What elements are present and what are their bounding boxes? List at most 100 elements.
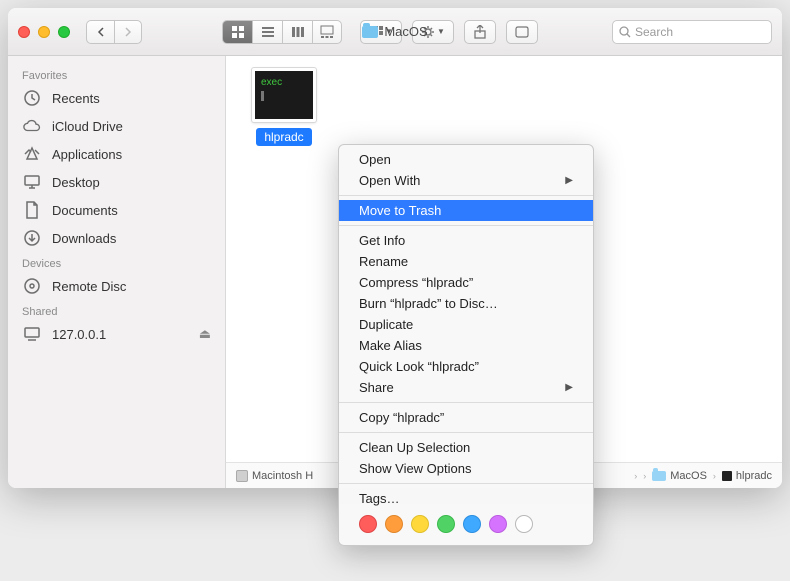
menu-separator: [339, 483, 593, 484]
download-icon: [22, 229, 42, 247]
exec-icon: [722, 471, 732, 481]
sidebar: FavoritesRecentsiCloud DriveApplications…: [8, 56, 226, 488]
sidebar-item-downloads[interactable]: Downloads: [8, 224, 225, 252]
sidebar-item-desktop[interactable]: Desktop: [8, 168, 225, 196]
sidebar-item-documents[interactable]: Documents: [8, 196, 225, 224]
menu-item-label: Make Alias: [359, 338, 422, 353]
zoom-window-button[interactable]: [58, 26, 70, 38]
action-button[interactable]: ▼: [412, 20, 454, 44]
search-field[interactable]: Search: [612, 20, 772, 44]
menu-item-label: Duplicate: [359, 317, 413, 332]
sidebar-item-label: Desktop: [52, 175, 100, 190]
menu-item-label: Compress “hlpradc”: [359, 275, 473, 290]
view-mode-group: [222, 20, 342, 44]
search-placeholder: Search: [635, 25, 673, 39]
sidebar-item-label: Applications: [52, 147, 122, 162]
menu-item-quick-look-hlpradc[interactable]: Quick Look “hlpradc”: [339, 356, 593, 377]
path-item[interactable]: MacOS: [652, 470, 707, 482]
tag-yellow[interactable]: [411, 515, 429, 533]
menu-item-clean-up-selection[interactable]: Clean Up Selection: [339, 437, 593, 458]
menu-item-label: Show View Options: [359, 461, 472, 476]
menu-item-burn-hlpradc-to-disc[interactable]: Burn “hlpradc” to Disc…: [339, 293, 593, 314]
menu-item-copy-hlpradc[interactable]: Copy “hlpradc”: [339, 407, 593, 428]
apps-icon: [22, 145, 42, 163]
minimize-window-button[interactable]: [38, 26, 50, 38]
gallery-view-button[interactable]: [312, 20, 342, 44]
share-button[interactable]: [464, 20, 496, 44]
forward-button[interactable]: [114, 20, 142, 44]
tag-purple[interactable]: [489, 515, 507, 533]
menu-item-open-with[interactable]: Open With▶: [339, 170, 593, 191]
doc-icon: [22, 201, 42, 219]
sidebar-header: Devices: [8, 252, 225, 272]
sidebar-item-icloud-drive[interactable]: iCloud Drive: [8, 112, 225, 140]
menu-item-label: Move to Trash: [359, 203, 441, 218]
tags-button[interactable]: [506, 20, 538, 44]
tag-red[interactable]: [359, 515, 377, 533]
menu-item-tags[interactable]: Tags…: [339, 488, 593, 509]
menu-separator: [339, 225, 593, 226]
menu-item-open[interactable]: Open: [339, 149, 593, 170]
traffic-lights: [18, 26, 70, 38]
path-label: hlpradc: [736, 470, 772, 482]
path-item[interactable]: Macintosh H: [236, 470, 313, 482]
monitor-icon: [22, 325, 42, 343]
tag-orange[interactable]: [385, 515, 403, 533]
path-item[interactable]: hlpradc: [722, 470, 772, 482]
menu-item-show-view-options[interactable]: Show View Options: [339, 458, 593, 479]
menu-item-get-info[interactable]: Get Info: [339, 230, 593, 251]
hd-icon: [236, 470, 248, 482]
context-menu: OpenOpen With▶Move to TrashGet InfoRenam…: [338, 144, 594, 546]
menu-item-label: Copy “hlpradc”: [359, 410, 444, 425]
sidebar-item-applications[interactable]: Applications: [8, 140, 225, 168]
menu-item-label: Burn “hlpradc” to Disc…: [359, 296, 498, 311]
list-view-button[interactable]: [252, 20, 282, 44]
sidebar-item-label: Downloads: [52, 231, 116, 246]
menu-item-label: Tags…: [359, 491, 399, 506]
path-sep-icon: ›: [643, 471, 646, 481]
sidebar-item-remote-disc[interactable]: Remote Disc: [8, 272, 225, 300]
menu-item-label: Open: [359, 152, 391, 167]
close-window-button[interactable]: [18, 26, 30, 38]
tag-gray[interactable]: [515, 515, 533, 533]
menu-item-duplicate[interactable]: Duplicate: [339, 314, 593, 335]
sidebar-item-label: 127.0.0.1: [52, 327, 106, 342]
sidebar-item-label: iCloud Drive: [52, 119, 123, 134]
menu-item-share[interactable]: Share ▶: [339, 377, 593, 398]
sidebar-item-recents[interactable]: Recents: [8, 84, 225, 112]
menu-separator: [339, 432, 593, 433]
menu-item-compress-hlpradc[interactable]: Compress “hlpradc”: [339, 272, 593, 293]
sidebar-item-127-0-0-1[interactable]: 127.0.0.1 ⏏: [8, 320, 225, 348]
menu-item-label: Get Info: [359, 233, 405, 248]
nav-back-forward: [86, 20, 142, 44]
tag-blue[interactable]: [463, 515, 481, 533]
menu-item-label: Share: [359, 380, 394, 395]
cloud-icon: [22, 117, 42, 135]
exec-file-icon: exec: [252, 68, 316, 122]
menu-item-label: Clean Up Selection: [359, 440, 470, 455]
sidebar-item-label: Remote Disc: [52, 279, 126, 294]
column-view-button[interactable]: [282, 20, 312, 44]
file-item[interactable]: exec hlpradc: [244, 68, 324, 146]
menu-item-make-alias[interactable]: Make Alias: [339, 335, 593, 356]
menu-item-move-to-trash[interactable]: Move to Trash: [339, 200, 593, 221]
menu-item-label: Quick Look “hlpradc”: [359, 359, 479, 374]
menu-separator: [339, 402, 593, 403]
eject-icon[interactable]: ⏏: [199, 326, 211, 342]
titlebar: MacOS ▼ ▼ Search: [8, 8, 782, 56]
tag-green[interactable]: [437, 515, 455, 533]
path-label: MacOS: [670, 470, 707, 482]
sidebar-item-label: Recents: [52, 91, 100, 106]
clock-icon: [22, 89, 42, 107]
back-button[interactable]: [86, 20, 114, 44]
menu-item-label: Open With: [359, 173, 420, 188]
arrange-button[interactable]: ▼: [360, 20, 402, 44]
menu-item-label: Rename: [359, 254, 408, 269]
path-sep-icon: ›: [713, 471, 716, 481]
path-label: Macintosh H: [252, 470, 313, 482]
submenu-arrow-icon: ▶: [565, 382, 573, 393]
search-icon: [619, 26, 631, 38]
tags-row: [339, 509, 593, 541]
menu-item-rename[interactable]: Rename: [339, 251, 593, 272]
icon-view-button[interactable]: [222, 20, 252, 44]
